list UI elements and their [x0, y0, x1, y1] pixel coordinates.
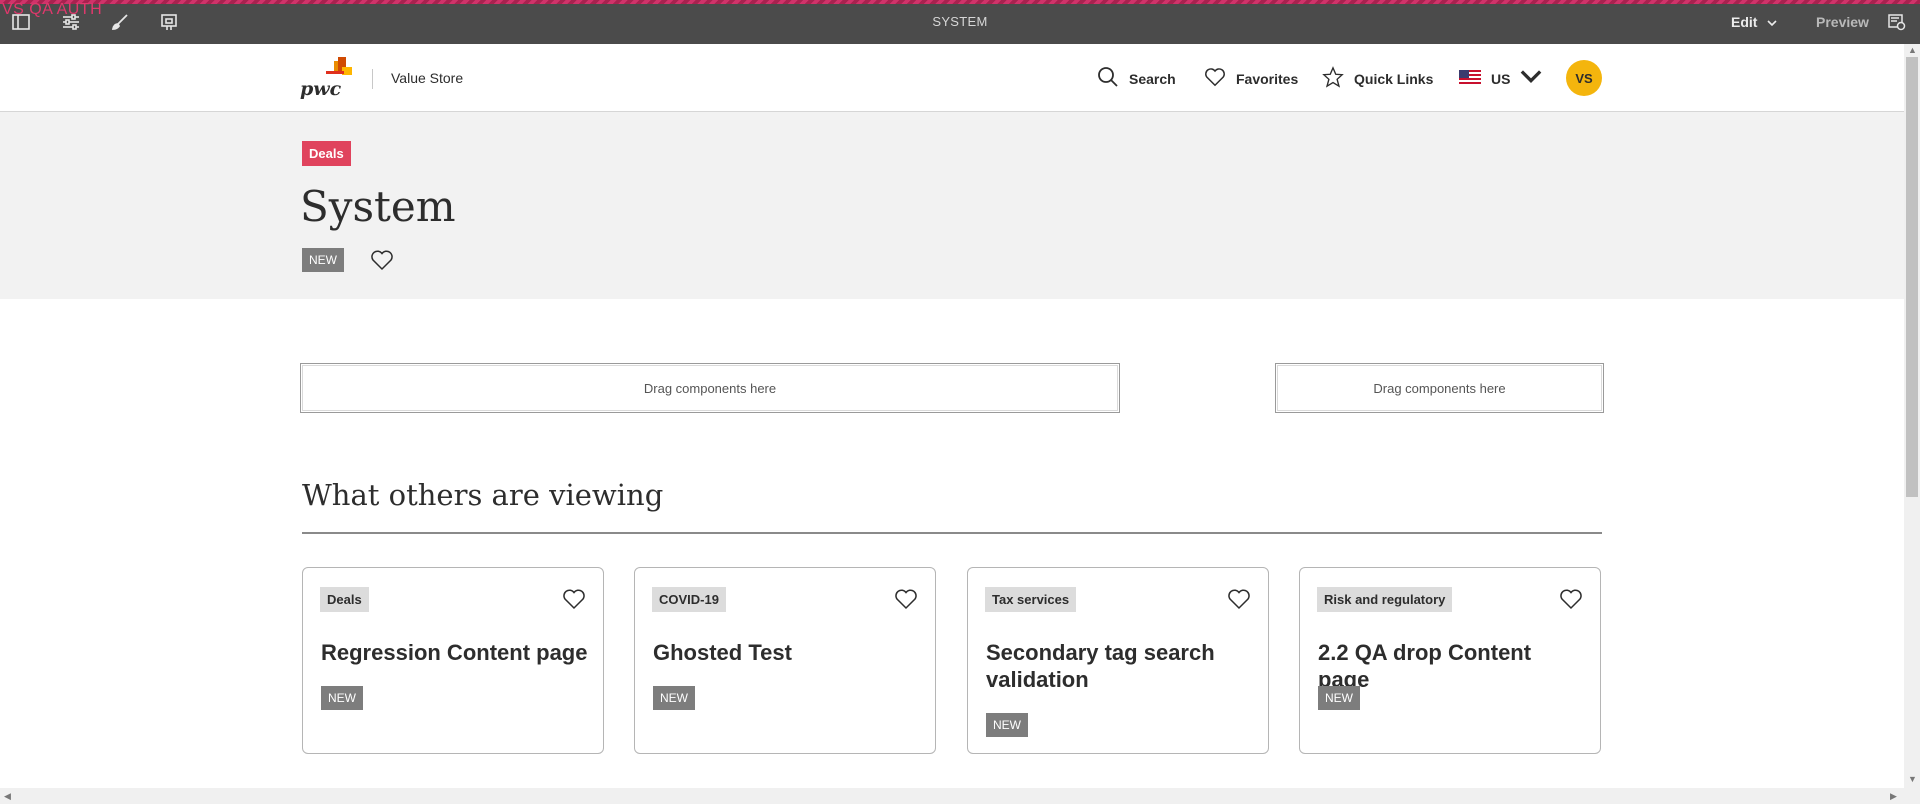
editor-toolbar: VS QA AUTH SYSTEM Edit Preview [0, 0, 1920, 44]
new-badge: NEW [321, 686, 363, 710]
nav-quick-links[interactable]: Quick Links [1322, 66, 1433, 91]
new-badge: NEW [1318, 686, 1360, 710]
editor-page-title: SYSTEM [932, 14, 988, 29]
site-name[interactable]: Value Store [391, 70, 463, 86]
vertical-scrollbar[interactable]: ▲ ▼ [1904, 44, 1920, 788]
hero-category-tag[interactable]: Deals [302, 141, 351, 166]
environment-stripe [0, 0, 1920, 4]
pwc-logo[interactable]: pwc [300, 57, 356, 100]
new-badge: NEW [302, 248, 344, 272]
chevron-down-icon [1767, 14, 1778, 30]
logo-divider [372, 69, 373, 89]
site-header: pwc Value Store Search Favorites Quick L… [0, 44, 1904, 112]
heart-icon [1204, 66, 1226, 91]
card-title[interactable]: 2.2 QA drop Content page [1318, 639, 1588, 693]
card-category-tag[interactable]: Tax services [985, 587, 1077, 612]
content-card[interactable]: Tax services Secondary tag search valida… [967, 567, 1269, 754]
component-dropzone-side[interactable]: Drag components here [1275, 363, 1604, 413]
locale-label: US [1491, 70, 1511, 87]
favorite-heart-icon[interactable] [894, 588, 918, 610]
card-category-tag[interactable]: Deals [320, 587, 369, 612]
nav-quick-links-label: Quick Links [1354, 70, 1434, 87]
new-badge: NEW [986, 713, 1028, 737]
favorite-heart-icon[interactable] [370, 249, 394, 271]
nav-favorites-label: Favorites [1236, 70, 1299, 87]
content-card[interactable]: Deals Regression Content page NEW [302, 567, 604, 754]
card-category-tag[interactable]: COVID-19 [652, 587, 726, 612]
nav-search-label: Search [1129, 70, 1176, 87]
edit-mode-dropdown[interactable]: Edit [1731, 14, 1778, 30]
star-icon [1322, 66, 1344, 91]
favorite-heart-icon[interactable] [1227, 588, 1251, 610]
page-title: System [300, 182, 456, 231]
svg-text:pwc: pwc [300, 78, 342, 99]
scroll-left-arrow-icon[interactable]: ◀ [4, 791, 11, 802]
vertical-scrollbar-thumb[interactable] [1906, 57, 1918, 497]
card-title[interactable]: Ghosted Test [653, 639, 923, 666]
emulator-icon[interactable] [1888, 13, 1906, 31]
user-avatar[interactable]: VS [1566, 60, 1602, 96]
nav-favorites[interactable]: Favorites [1204, 66, 1298, 91]
section-title: What others are viewing [302, 478, 664, 512]
content-card[interactable]: COVID-19 Ghosted Test NEW [634, 567, 936, 754]
horizontal-scrollbar[interactable]: ◀ ▶ [0, 788, 1920, 804]
content-card[interactable]: Risk and regulatory 2.2 QA drop Content … [1299, 567, 1601, 754]
section-divider [302, 532, 1602, 534]
favorite-heart-icon[interactable] [562, 588, 586, 610]
card-title[interactable]: Secondary tag search validation [986, 639, 1256, 693]
preview-button[interactable]: Preview [1816, 14, 1869, 30]
component-dropzone-main[interactable]: Drag components here [300, 363, 1120, 413]
card-title[interactable]: Regression Content page [321, 639, 591, 666]
chevron-down-icon [1520, 66, 1542, 91]
card-category-tag[interactable]: Risk and regulatory [1317, 587, 1453, 612]
scroll-up-arrow-icon[interactable]: ▲ [1908, 45, 1917, 55]
edit-mode-label: Edit [1731, 14, 1758, 30]
nav-search[interactable]: Search [1097, 66, 1176, 91]
favorite-heart-icon[interactable] [1559, 588, 1583, 610]
scroll-right-arrow-icon[interactable]: ▶ [1890, 791, 1897, 802]
us-flag-icon [1459, 66, 1481, 91]
search-icon [1097, 66, 1119, 91]
new-badge: NEW [653, 686, 695, 710]
scroll-down-arrow-icon[interactable]: ▼ [1908, 774, 1917, 784]
page-hero: Deals System NEW [0, 112, 1904, 299]
locale-selector[interactable]: US [1459, 66, 1542, 91]
